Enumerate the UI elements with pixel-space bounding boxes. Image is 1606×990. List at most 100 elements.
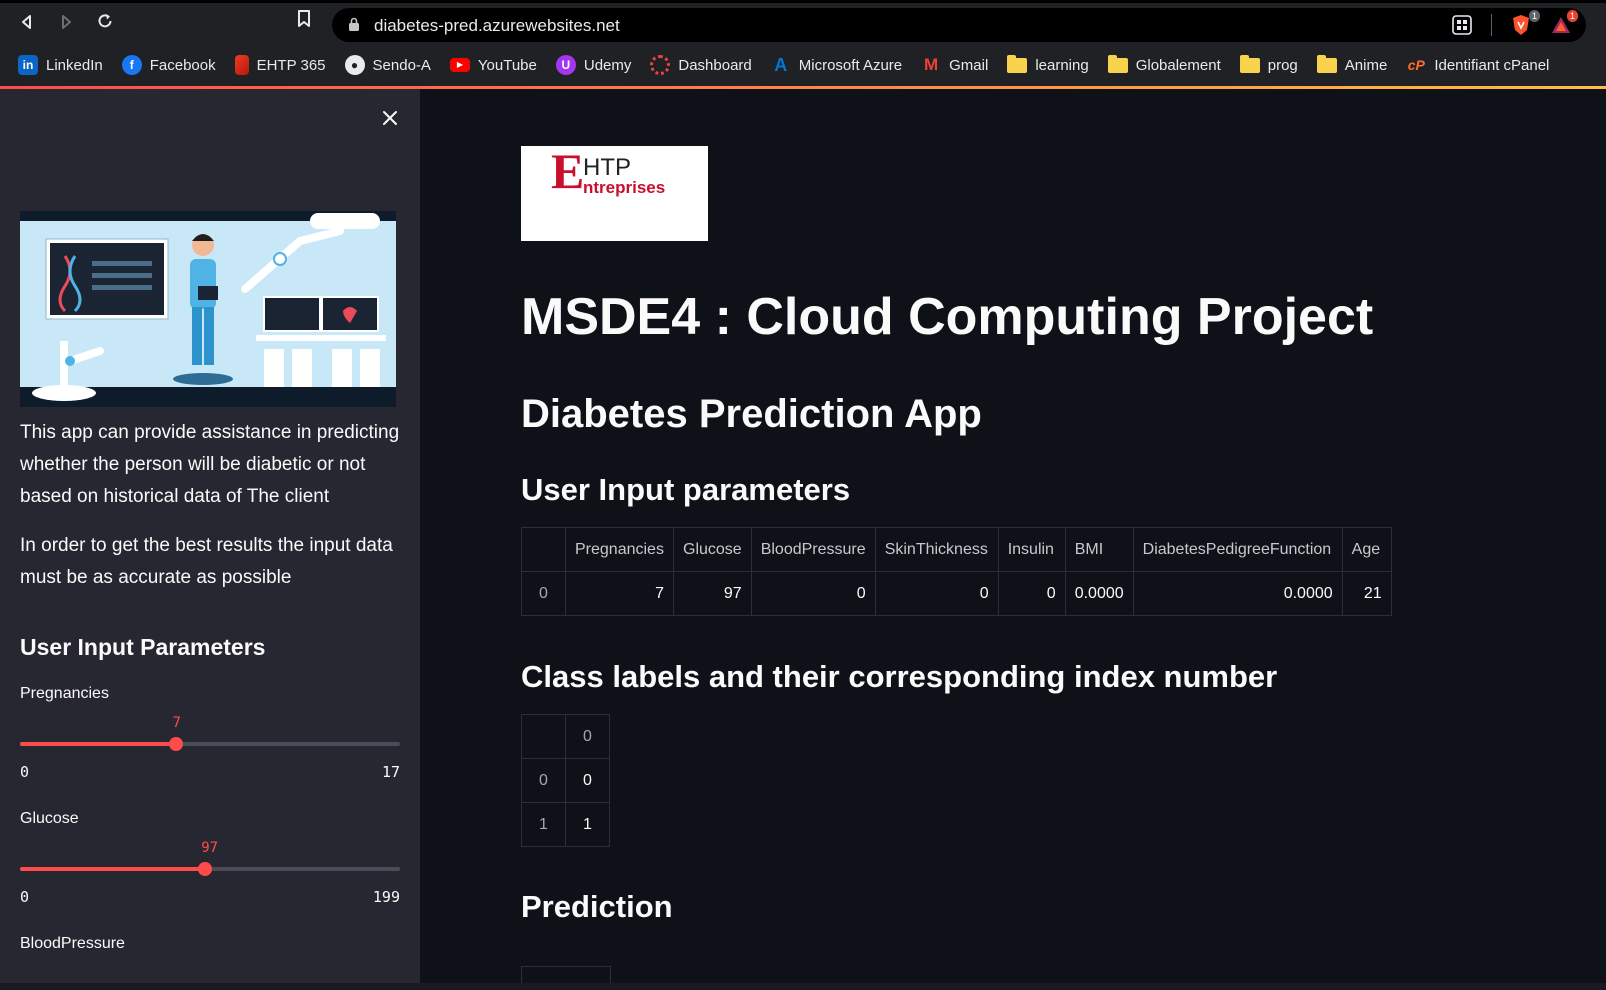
bookmark-sendo-a[interactable]: ● Sendo-A [344,55,431,75]
app-subtitle: Diabetes Prediction App [521,392,982,436]
table-cell: 0 [750,571,876,616]
forward-icon[interactable] [52,10,80,38]
bookmark-linkedin[interactable]: in LinkedIn [18,55,103,75]
page-title: MSDE4 : Cloud Computing Project [521,288,1374,346]
window-bottom-edge [0,983,1606,990]
table-cell: 0.0000 [1132,571,1343,616]
bookmark-folder-learning[interactable]: learning [1007,54,1089,74]
bookmark-azure[interactable]: A Microsoft Azure [771,55,902,75]
bookmark-label: Globalement [1135,56,1221,74]
prediction-heading: Prediction [521,889,673,924]
slider-thumb[interactable] [169,737,184,751]
bookmark-label: Facebook [149,56,216,74]
gmail-icon: M [924,55,939,74]
youtube-icon: ▶ [449,58,470,72]
pregnancies-slider[interactable] [20,737,400,751]
table-cell: 0 [565,758,610,803]
row-index: 1 [521,802,566,847]
table-header-row: Pregnancies Glucose BloodPressure SkinTh… [521,527,1392,572]
class-labels-table[interactable]: 0 0 0 1 1 [521,714,610,847]
table-cell: 0.0000 [1064,571,1134,616]
sidebar-description: This app can provide assistance in predi… [20,422,400,507]
bookmark-gmail[interactable]: M Gmail [921,55,988,75]
column-header[interactable]: SkinThickness [874,527,999,572]
sidebar: This app can provide assistance in predi… [0,89,420,990]
bookmark-label: Anime [1344,56,1388,74]
logo-line2: ntreprises [583,178,666,197]
column-header[interactable]: DiabetesPedigreeFunction [1132,527,1343,572]
input-params-table[interactable]: Pregnancies Glucose BloodPressure SkinTh… [521,527,1392,616]
slider-fill [20,867,206,871]
bookmark-label: Sendo-A [372,56,431,74]
close-sidebar-icon[interactable] [378,108,402,132]
bookmark-folder-globalement[interactable]: Globalement [1107,54,1221,74]
slider-value-glucose: 97 [201,840,219,856]
table-cell: 21 [1341,571,1392,616]
divider [1491,14,1492,36]
folder-icon [1239,54,1260,73]
bookmark-udemy[interactable]: U Udemy [555,55,631,75]
bookmark-label: EHTP 365 [256,56,326,74]
navigation-row: diabetes-pred.azurewebsites.net 1 1 [0,4,1606,44]
medical-illustration [20,211,396,407]
logo-letter: E [551,143,585,199]
bookmark-dashboard[interactable]: Dashboard [650,55,752,75]
tab-strip [0,0,1606,3]
bookmark-label: prog [1267,56,1298,74]
column-header [521,714,566,759]
table-header-row: 0 [521,714,610,759]
column-header[interactable]: Age [1341,527,1392,572]
facebook-icon: f [121,55,142,75]
table-cell: 1 [565,802,610,847]
bookmark-folder-prog[interactable]: prog [1239,54,1298,74]
bookmark-label: YouTube [477,56,537,74]
cpanel-icon: cP [1407,57,1425,73]
slider-min: 0 [20,888,30,906]
sidebar-advice: In order to get the best results the inp… [20,535,393,588]
udemy-icon: U [555,55,576,75]
bookmarks-bar: in LinkedIn f Facebook EHTP 365 ● Sendo-… [0,48,1606,82]
dashboard-icon [650,55,671,75]
column-header[interactable]: 0 [565,714,610,759]
slider-thumb[interactable] [198,862,213,876]
bookmark-label: learning [1035,56,1089,74]
bookmark-youtube[interactable]: ▶ YouTube [449,56,537,74]
bookmark-label: Dashboard [678,56,752,74]
back-icon[interactable] [13,10,41,38]
github-icon: ● [344,55,365,75]
column-header[interactable]: BloodPressure [750,527,876,572]
linkedin-icon: in [18,55,38,75]
slider-fill [20,742,177,746]
class-labels-heading: Class labels and their corresponding ind… [521,659,1278,694]
slider-max: 17 [381,763,400,781]
bookmark-label: Gmail [949,56,989,74]
bookmark-cpanel[interactable]: cP Identifiant cPanel [1406,55,1550,75]
bookmark-ehtp365[interactable]: EHTP 365 [234,55,326,75]
address-bar[interactable]: diabetes-pred.azurewebsites.net 1 1 [332,8,1586,42]
bookmark-label: LinkedIn [46,56,103,74]
glucose-slider[interactable] [20,862,400,876]
column-header[interactable]: BMI [1064,527,1134,572]
bookmark-page-icon[interactable] [290,10,318,38]
column-header[interactable]: Pregnancies [565,527,674,572]
bookmark-folder-anime[interactable]: Anime [1316,54,1388,74]
bookmark-label: Identifiant cPanel [1434,56,1550,74]
azure-icon: A [774,55,788,75]
folder-icon [1107,54,1128,73]
ehtp-logo: E HTP ntreprises [521,143,708,241]
table-cell: 0 [874,571,999,616]
brave-shields-icon[interactable]: 1 [1510,10,1540,36]
column-header[interactable]: Insulin [997,527,1066,572]
slider-label-glucose: Glucose [20,810,79,827]
row-index: 0 [521,758,566,803]
reload-icon[interactable] [91,10,119,38]
bookmark-facebook[interactable]: f Facebook [121,55,216,75]
brave-rewards-icon[interactable]: 1 [1550,10,1578,36]
folder-icon [1316,54,1337,73]
slider-label-bloodpressure: BloodPressure [20,935,125,952]
column-header[interactable]: Glucose [673,527,752,572]
table-cell: 0 [997,571,1066,616]
row-index: 0 [521,571,566,616]
brave-badge: 1 [1528,10,1540,22]
qr-code-icon[interactable] [1451,14,1473,36]
